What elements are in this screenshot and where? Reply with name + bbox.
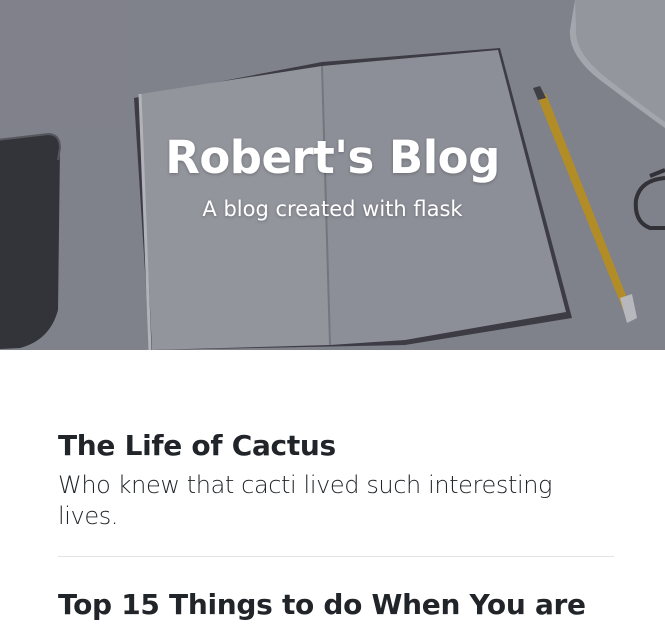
- site-subtitle: A blog created with flask: [202, 197, 463, 221]
- post-list: The Life of Cactus Who knew that cacti l…: [58, 426, 614, 625]
- post-divider: [58, 556, 614, 557]
- masthead: Robert's Blog A blog created with flask: [0, 0, 665, 350]
- site-title: Robert's Blog: [165, 131, 500, 184]
- site-heading: Robert's Blog A blog created with flask: [0, 128, 665, 224]
- post-subtitle[interactable]: Who knew that cacti lived such interesti…: [58, 470, 614, 532]
- post-title[interactable]: The Life of Cactus: [58, 426, 614, 466]
- post-title[interactable]: Top 15 Things to do When You are: [58, 585, 614, 625]
- post-preview[interactable]: The Life of Cactus Who knew that cacti l…: [58, 426, 614, 532]
- post-preview[interactable]: Top 15 Things to do When You are: [58, 585, 614, 625]
